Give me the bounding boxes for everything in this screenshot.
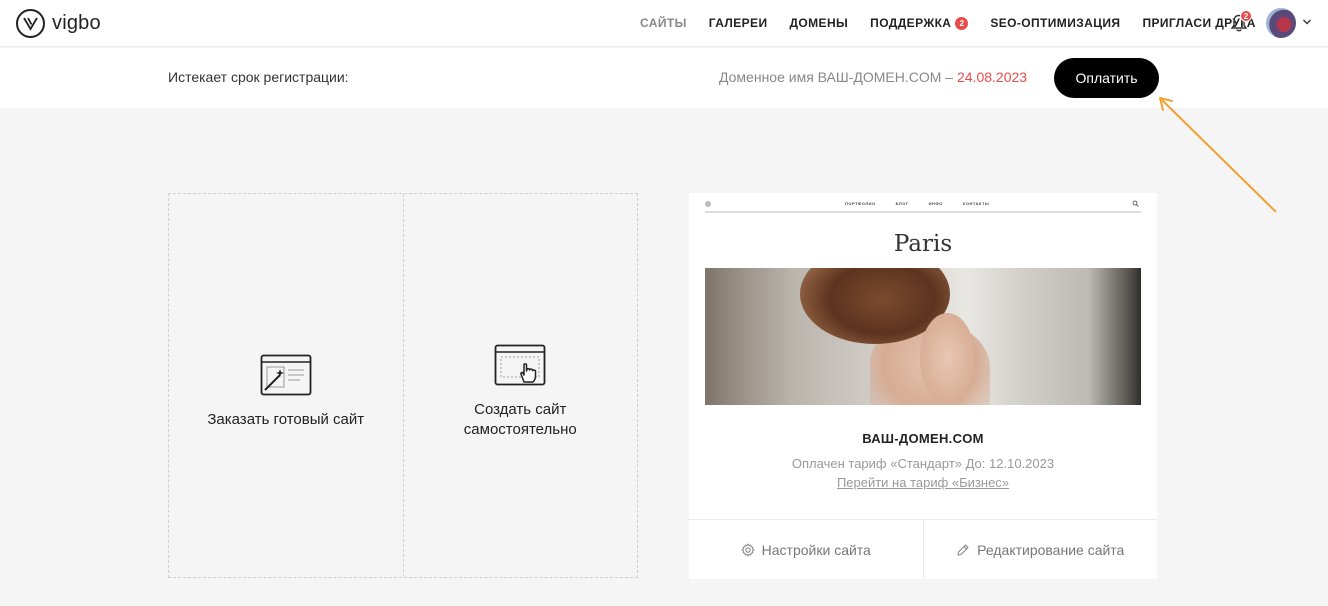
- preview-menu: ПОРТФОЛИО БЛОГ ИНФО КОНТАКТЫ: [845, 201, 1009, 206]
- expiration-info: Доменное имя ВАШ-ДОМЕН.COM – 24.08.2023: [719, 69, 1027, 85]
- site-preview[interactable]: ПОРТФОЛИО БЛОГ ИНФО КОНТАКТЫ Paris: [705, 199, 1141, 405]
- pencil-icon: [957, 543, 969, 556]
- vigbo-logo[interactable]: vigbo: [16, 9, 101, 38]
- pay-button[interactable]: Оплатить: [1054, 58, 1159, 98]
- annotation-arrow-icon: [1159, 97, 1277, 213]
- magic-wand-icon: [260, 354, 312, 395]
- vigbo-logo-icon: [16, 9, 45, 38]
- hand-pointer-icon: [494, 344, 546, 385]
- nav-domains[interactable]: ДОМЕНЫ: [789, 16, 848, 30]
- site-domain: ВАШ-ДОМЕН.COM: [862, 431, 984, 446]
- top-navigation: vigbo САЙТЫ ГАЛЕРЕИ ДОМЕНЫ ПОДДЕРЖКА 2 S…: [0, 0, 1328, 47]
- edit-site-label: Редактирование сайта: [977, 541, 1125, 558]
- site-settings-label: Настройки сайта: [761, 541, 871, 558]
- upgrade-link-wrapper: Перейти на тариф «Бизнес»: [689, 475, 1157, 490]
- edit-site-button[interactable]: Редактирование сайта: [922, 520, 1158, 579]
- order-site-label: Заказать готовый сайт: [207, 410, 365, 428]
- logo-text: vigbo: [52, 12, 101, 34]
- build-self-card[interactable]: Создать сайт самостоятельно: [402, 194, 638, 577]
- preview-search-icon: [1132, 200, 1139, 207]
- expiration-domain: Доменное имя ВАШ-ДОМЕН.COM –: [719, 69, 954, 85]
- order-site-card[interactable]: Заказать готовый сайт: [169, 194, 403, 577]
- create-site-options: Заказать готовый сайт Создать сайт самос…: [168, 193, 638, 578]
- preview-photo: [705, 268, 1141, 405]
- main-nav: САЙТЫ ГАЛЕРЕИ ДОМЕНЫ ПОДДЕРЖКА 2 SEO-ОПТ…: [640, 16, 1278, 30]
- support-badge: 2: [955, 16, 969, 30]
- preview-menu-item: ИНФО: [928, 201, 943, 206]
- expiration-date: 24.08.2023: [956, 69, 1028, 85]
- preview-logo-icon: [705, 201, 711, 207]
- expiration-bar: Истекает срок регистрации: Доменное имя …: [0, 48, 1328, 108]
- preview-menu-item: КОНТАКТЫ: [962, 201, 990, 206]
- preview-menu-item: БЛОГ: [895, 201, 909, 206]
- site-card: ПОРТФОЛИО БЛОГ ИНФО КОНТАКТЫ Paris ВАШ-Д…: [689, 193, 1157, 579]
- nav-sites[interactable]: САЙТЫ: [640, 16, 687, 30]
- chevron-down-icon[interactable]: [1302, 18, 1312, 26]
- site-plan: Оплачен тариф «Стандарт» До: 12.10.2023: [791, 456, 1055, 471]
- upgrade-link[interactable]: Перейти на тариф «Бизнес»: [837, 475, 1009, 490]
- preview-nav: ПОРТФОЛИО БЛОГ ИНФО КОНТАКТЫ: [705, 199, 1141, 213]
- nav-support-label: ПОДДЕРЖКА: [870, 16, 952, 30]
- expiration-label: Истекает срок регистрации:: [168, 69, 349, 85]
- avatar[interactable]: [1266, 8, 1296, 38]
- gear-icon: [741, 543, 755, 556]
- nav-galleries[interactable]: ГАЛЕРЕИ: [709, 16, 768, 30]
- preview-menu-item: ПОРТФОЛИО: [845, 201, 876, 206]
- notification-badge: 2: [1240, 10, 1252, 22]
- build-self-label: Создать сайт самостоятельно: [463, 400, 577, 438]
- nav-support[interactable]: ПОДДЕРЖКА 2: [870, 16, 969, 30]
- nav-seo[interactable]: SEO-ОПТИМИЗАЦИЯ: [990, 16, 1120, 30]
- site-settings-button[interactable]: Настройки сайта: [689, 520, 923, 579]
- site-actions: Настройки сайта Редактирование сайта: [689, 519, 1157, 579]
- preview-title: Paris: [893, 231, 953, 257]
